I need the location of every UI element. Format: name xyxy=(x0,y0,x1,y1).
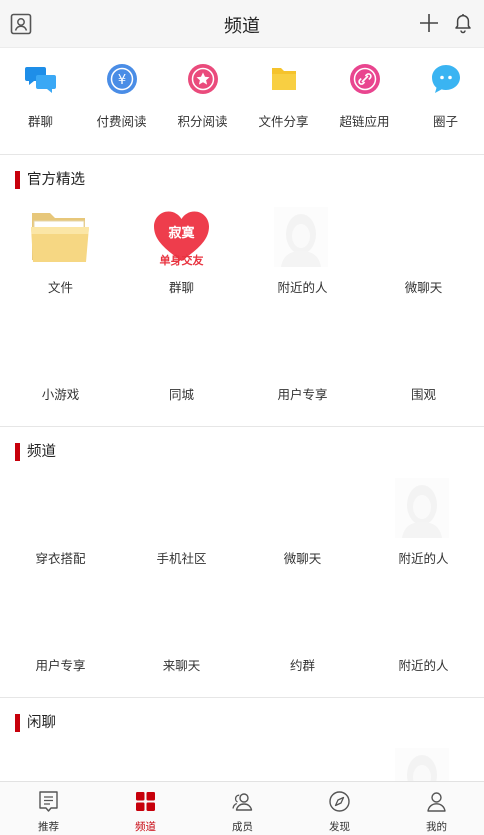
quick-action-group-chat[interactable]: 群聊 xyxy=(0,62,81,130)
svg-text:¥: ¥ xyxy=(117,73,125,88)
quick-actions: 群聊 ¥ 付费阅读 积分阅读 文件分享 超链应用 圈子 xyxy=(0,48,484,154)
grid-item-label: 围观 xyxy=(410,387,436,402)
grid-item-group-meet[interactable]: 约群 xyxy=(242,585,363,685)
section-accent-bar xyxy=(15,171,20,189)
grid-item-label: 微聊天 xyxy=(283,551,322,566)
grid-item-label: 来聊天 xyxy=(162,658,201,673)
file-folder-icon xyxy=(31,213,89,262)
link-icon xyxy=(349,64,380,94)
tab-label: 频道 xyxy=(135,821,156,833)
members-icon xyxy=(232,793,253,811)
grid-item-label: 手机社区 xyxy=(156,551,207,566)
yen-coin-icon: ¥ xyxy=(106,64,137,94)
bottom-tab-bar: 推荐 频道 成员 发现 我的 xyxy=(0,781,484,835)
quick-action-points-reading[interactable]: 积分阅读 xyxy=(162,62,243,130)
tab-discover[interactable]: 发现 xyxy=(291,782,388,835)
grid-item-label: 附近的人 xyxy=(277,280,328,295)
article-icon xyxy=(39,791,58,812)
tab-label: 推荐 xyxy=(38,821,59,833)
notification-bell-icon[interactable] xyxy=(451,11,475,35)
quick-action-paid-reading[interactable]: ¥ 付费阅读 xyxy=(81,62,162,130)
grid-item-micro-chat[interactable]: 微聊天 xyxy=(363,207,484,307)
grid-item-nearby-people[interactable]: 附近的人 xyxy=(242,207,363,307)
grid-item-user-exclusive[interactable]: 用户专享 xyxy=(242,314,363,414)
grid-item-label: 微聊天 xyxy=(404,280,443,295)
grid-item-come-chat[interactable]: 来聊天 xyxy=(121,585,242,685)
compass-icon xyxy=(329,791,350,812)
tab-members[interactable]: 成员 xyxy=(194,782,291,835)
grid-item-label: 群聊 xyxy=(168,280,194,295)
grid-item-user-exclusive-2[interactable]: 用户专享 xyxy=(0,585,121,685)
grid-item-label: 附近的人 xyxy=(398,551,449,566)
grid-icon xyxy=(136,792,155,811)
grid-item-label: 小游戏 xyxy=(41,387,80,402)
faded-portrait-image xyxy=(274,207,328,267)
grid-item-label: 用户专享 xyxy=(35,658,86,673)
grid-item-same-city[interactable]: 同城 xyxy=(121,314,242,414)
grid-item-nearby-people-2[interactable]: 附近的人 xyxy=(363,478,484,578)
page-title: 频道 xyxy=(224,16,260,37)
tab-label: 我的 xyxy=(426,821,447,833)
quick-action-circles[interactable]: 圈子 xyxy=(405,62,484,130)
tab-label: 成员 xyxy=(232,821,253,833)
top-bar: 频道 xyxy=(0,0,484,48)
grid-item-nearby-people-3[interactable]: 附近的人 xyxy=(363,585,484,685)
quick-action-file-share[interactable]: 文件分享 xyxy=(243,62,324,130)
quick-action-label: 圈子 xyxy=(432,114,458,129)
grid-item-micro-chat-2[interactable]: 微聊天 xyxy=(242,478,363,578)
grid-item-mini-games[interactable]: 小游戏 xyxy=(0,314,121,414)
grid-item-label: 文件 xyxy=(47,280,73,295)
divider xyxy=(0,697,484,698)
grid-item-label: 同城 xyxy=(168,387,194,402)
tab-mine[interactable]: 我的 xyxy=(388,782,484,835)
divider xyxy=(0,154,484,155)
promo-line2: 单身交友 xyxy=(160,253,204,267)
quick-action-label: 超链应用 xyxy=(339,114,390,129)
divider xyxy=(0,426,484,427)
faded-portrait-image xyxy=(395,478,449,538)
quick-action-label: 积分阅读 xyxy=(177,114,228,129)
section-title-text: 官方精选 xyxy=(27,172,85,188)
grid-item-label: 附近的人 xyxy=(398,658,449,673)
quick-action-hyperlink-apps[interactable]: 超链应用 xyxy=(324,62,405,130)
section-accent-bar xyxy=(15,714,20,732)
singles-dating-heart-image: 寂寞 单身交友 xyxy=(154,211,209,267)
tab-channels[interactable]: 频道 xyxy=(97,782,194,835)
chat-dots-icon xyxy=(431,65,460,93)
grid-item-mobile-community[interactable]: 手机社区 xyxy=(121,478,242,578)
folder-icon xyxy=(271,68,296,90)
grid-item-group-chat[interactable]: 寂寞 单身交友 群聊 xyxy=(121,207,242,307)
quick-action-label: 付费阅读 xyxy=(96,114,147,129)
quick-action-label: 群聊 xyxy=(27,114,53,129)
section-title-text: 频道 xyxy=(27,444,56,460)
section-accent-bar xyxy=(15,443,20,461)
add-icon[interactable] xyxy=(418,12,440,34)
grid-item-label: 用户专享 xyxy=(277,387,328,402)
star-badge-icon xyxy=(187,64,218,94)
section-title-text: 闲聊 xyxy=(27,715,56,731)
chat-bubbles-icon xyxy=(24,67,56,93)
grid-item-outfit[interactable]: 穿衣搭配 xyxy=(0,478,121,578)
faded-portrait-image xyxy=(395,748,449,781)
tab-recommend[interactable]: 推荐 xyxy=(0,782,97,835)
user-icon xyxy=(427,792,446,812)
quick-action-label: 文件分享 xyxy=(258,114,309,129)
grid-item-label: 约群 xyxy=(289,658,315,673)
tab-label: 发现 xyxy=(329,821,350,833)
grid-item-files[interactable]: 文件 xyxy=(0,207,121,307)
grid-item-watch[interactable]: 围观 xyxy=(363,314,484,414)
grid-item-label: 穿衣搭配 xyxy=(35,551,86,566)
promo-line1: 寂寞 xyxy=(168,225,195,241)
